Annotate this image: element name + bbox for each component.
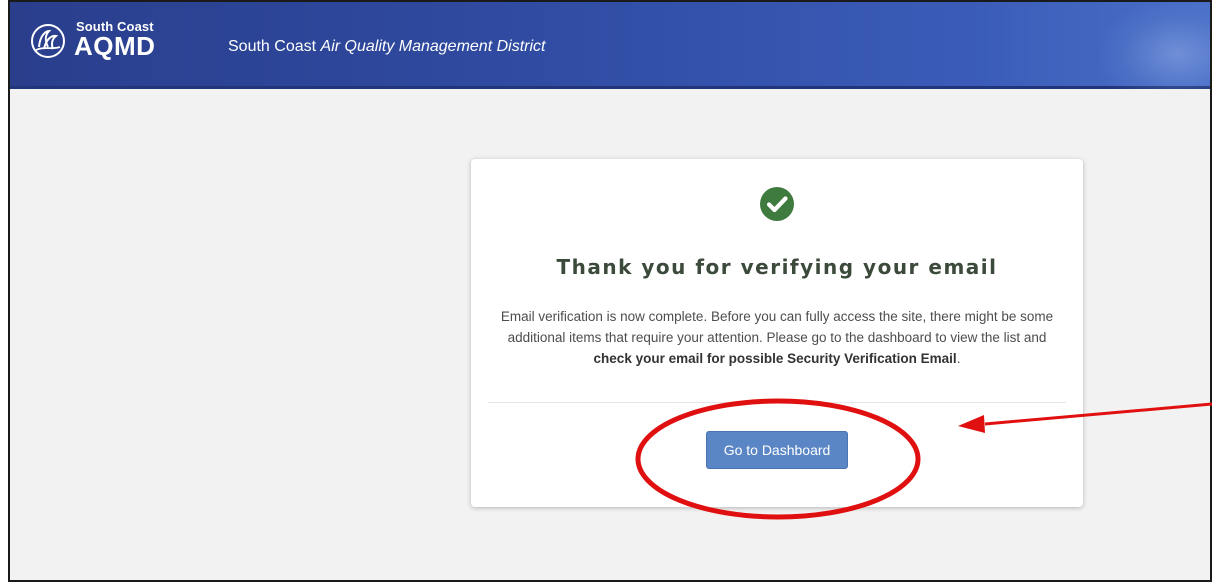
card-divider — [488, 402, 1066, 403]
header-decoration — [1100, 2, 1210, 89]
card-message-text: Email verification is now complete. Befo… — [500, 309, 1054, 345]
check-circle-icon — [760, 187, 794, 221]
site-header: South Coast AQMD South Coast Air Quality… — [10, 2, 1210, 89]
logo-title: AQMD — [74, 31, 156, 61]
verification-card: Thank you for verifying your email Email… — [471, 159, 1083, 507]
site-title: South Coast Air Quality Management Distr… — [228, 38, 545, 56]
go-to-dashboard-button[interactable]: Go to Dashboard — [706, 431, 848, 469]
aqmd-swirl-icon — [31, 24, 65, 58]
site-title-plain: South Coast — [228, 38, 317, 55]
card-message-end: . — [956, 351, 961, 366]
browser-frame: South Coast AQMD South Coast Air Quality… — [8, 0, 1212, 582]
aqmd-logo[interactable]: South Coast AQMD — [30, 17, 170, 67]
site-title-italic: Air Quality Management District — [320, 38, 546, 55]
card-message: Email verification is now complete. Befo… — [489, 306, 1065, 369]
card-title: Thank you for verifying your email — [556, 255, 998, 279]
card-message-bold: check your email for possible Security V… — [593, 351, 957, 366]
